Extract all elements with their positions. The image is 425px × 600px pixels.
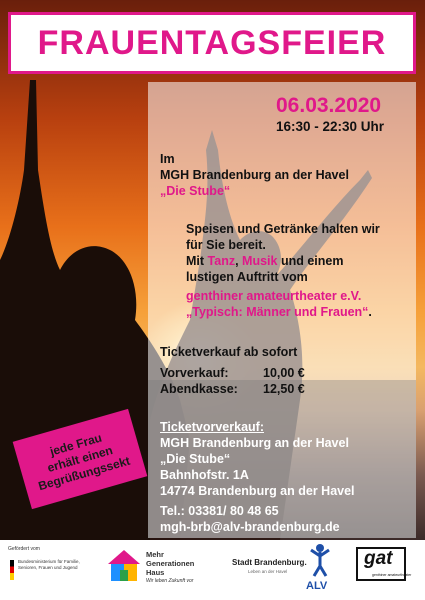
alv-figure-icon [310, 544, 330, 577]
city-logo: Stadt Brandenburg. [232, 558, 307, 567]
description-line-4: lustigen Auftritt vom [186, 270, 308, 284]
venue-name: MGH Brandenburg an der Havel [160, 168, 349, 182]
gat-logo: gat [364, 548, 393, 569]
contact-line-3: Bahnhofstr. 1A [160, 468, 249, 482]
house-icon [108, 550, 140, 581]
event-poster: FRAUENTAGSFEIER 06.03.2020 16:30 - 22:30… [0, 0, 425, 600]
vorverkauf-label: Vorverkauf: [160, 366, 229, 380]
theater-name: genthiner amateurtheater e.V. [186, 289, 362, 303]
contact-line-2: „Die Stube“ [160, 452, 231, 466]
venue-im: Im [160, 152, 175, 166]
contact-email: mgh-brb@alv-brandenburg.de [160, 520, 340, 534]
tanz-highlight: Tanz [207, 254, 236, 268]
vorverkauf-price: 10,00 € [263, 366, 305, 380]
venue-stube: „Die Stube“ [160, 184, 231, 198]
ministry-logo: Bundesministerium für Familie, Senioren,… [18, 559, 80, 570]
description-line-2: für Sie bereit. [186, 238, 266, 252]
musik-highlight: Musik [242, 254, 278, 268]
abendkasse-label: Abendkasse: [160, 382, 238, 396]
description-line-1: Speisen und Getränke halten wir [186, 222, 380, 236]
ministry-pre: Gefördert vom [8, 546, 40, 552]
mgh-logo: Mehr Generationen Haus Wir leben Zukunft… [146, 550, 195, 584]
city-slogan: Leben an der Havel [248, 569, 288, 574]
abendkasse-price: 12,50 € [263, 382, 305, 396]
contact-line-4: 14774 Brandenburg an der Havel [160, 484, 355, 498]
description-line-3: Mit Tanz, Musik und einem [186, 254, 344, 268]
ticket-heading: Ticketverkauf ab sofort [160, 345, 298, 359]
gat-sub: genthiner amateurtheater [372, 573, 412, 577]
contact-phone: Tel.: 03381/ 80 48 65 [160, 504, 279, 518]
contact-line-1: MGH Brandenburg an der Havel [160, 436, 349, 450]
page-title: FRAUENTAGSFEIER [37, 23, 387, 62]
title-banner: FRAUENTAGSFEIER [8, 12, 416, 74]
event-time: 16:30 - 22:30 Uhr [276, 119, 385, 134]
contact-heading: Ticketvorverkauf: [160, 420, 264, 434]
alv-logo: ALV [306, 580, 328, 592]
play-title: „Typisch: Männer und Frauen“. [186, 305, 372, 319]
event-date: 06.03.2020 [276, 94, 382, 117]
german-flag-icon [10, 560, 14, 580]
